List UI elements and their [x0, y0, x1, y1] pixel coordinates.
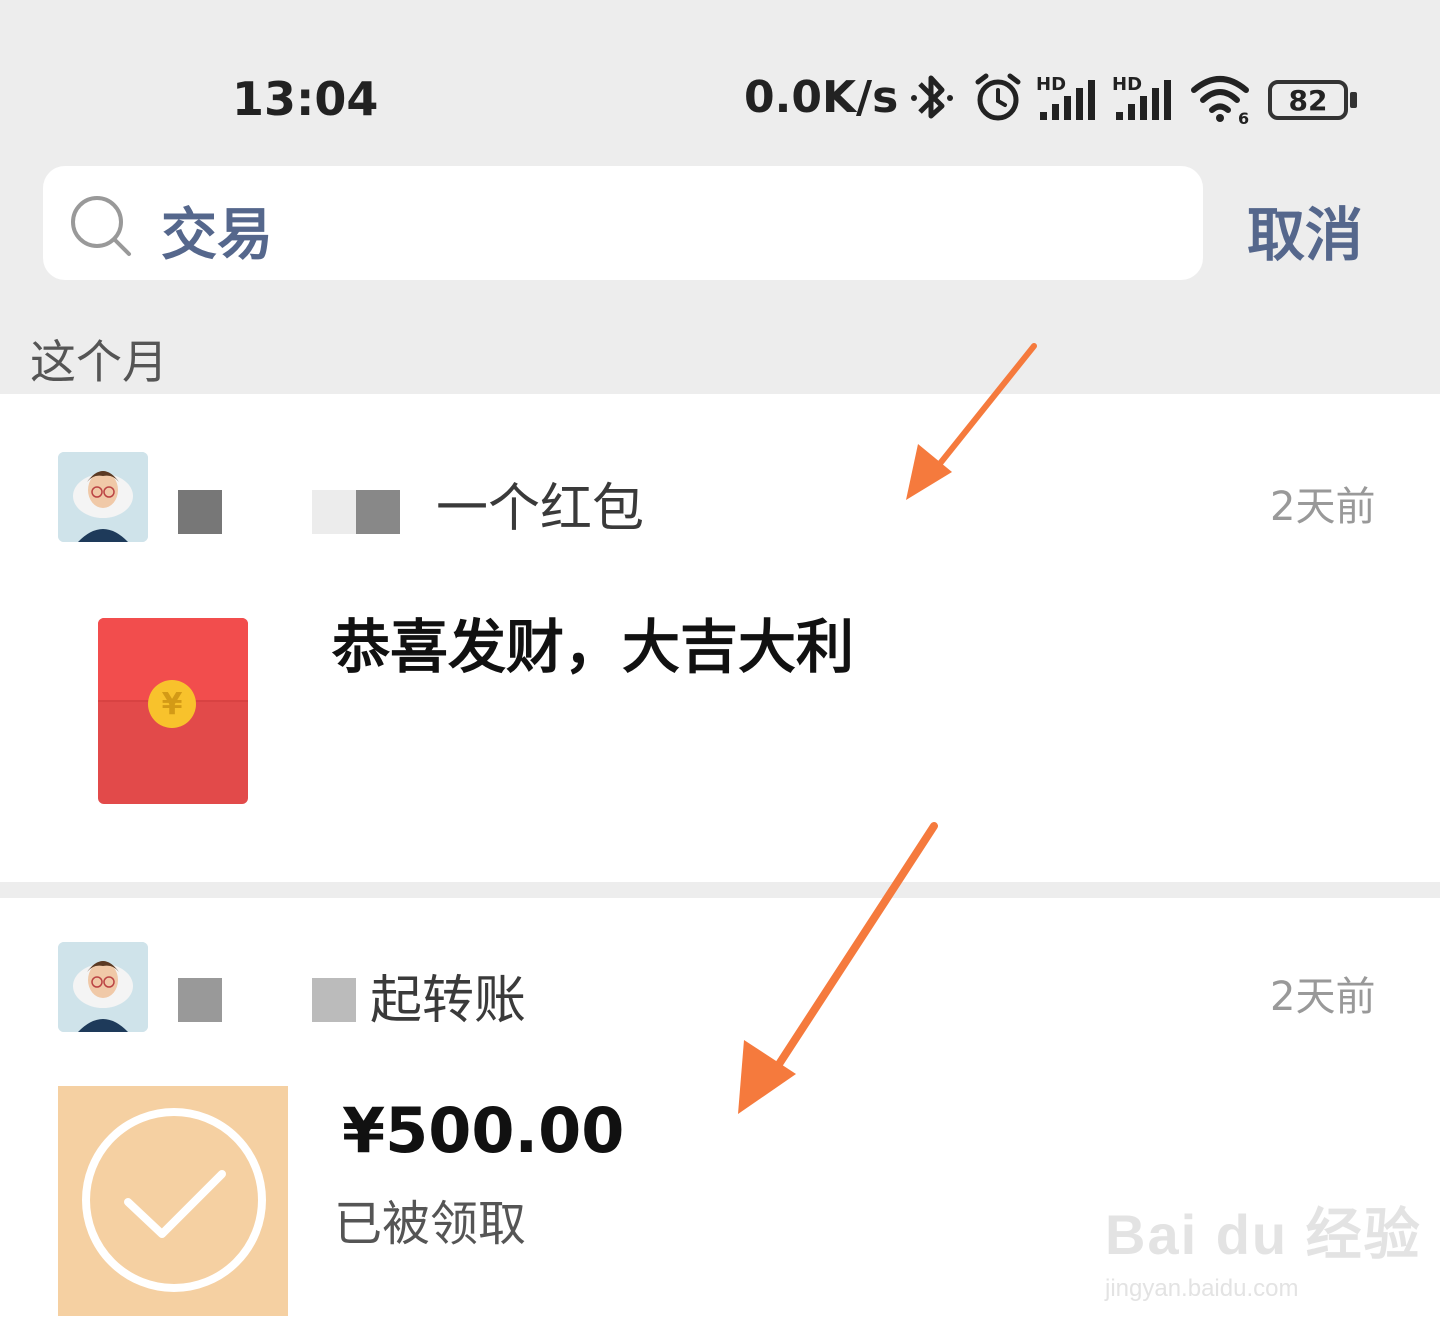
record-time: 2天前	[1270, 974, 1376, 1020]
redacted-name	[178, 490, 222, 534]
watermark-url: jingyan.baidu.com	[1105, 1275, 1299, 1302]
record-title: 起转账	[370, 971, 527, 1031]
cancel-button[interactable]: 取消	[1247, 188, 1363, 272]
wifi-label: 6	[1238, 109, 1249, 126]
search-value: 交易	[161, 203, 273, 268]
wifi-icon: 6	[1191, 76, 1249, 126]
hd-label: HD	[1112, 74, 1142, 95]
record-time: 2天前	[1270, 484, 1376, 530]
record-card-red-packet[interactable]: 一个红包 2天前 ¥ 恭喜发财，大吉大利	[0, 394, 1440, 882]
red-packet-message: 恭喜发财，大吉大利	[332, 613, 855, 681]
transfer-status: 已被领取	[334, 1196, 527, 1252]
section-header: 这个月	[30, 335, 168, 389]
transfer-received-icon	[58, 1086, 288, 1316]
watermark-brand: Bai du 经验	[1105, 1203, 1422, 1266]
search-input[interactable]: 交易	[43, 166, 1203, 280]
bluetooth-icon	[911, 75, 953, 119]
alarm-icon	[975, 73, 1021, 121]
red-packet-icon: ¥	[98, 618, 248, 804]
watermark: Bai du 经验 jingyan.baidu.com	[1105, 1190, 1422, 1303]
redacted-name	[178, 978, 222, 1022]
red-packet-coin: ¥	[148, 680, 196, 728]
search-icon	[71, 196, 131, 256]
redacted-name	[356, 490, 400, 534]
status-bar: 13:04 0.0K/s HD HD 6 82	[0, 0, 1440, 150]
hd-label: HD	[1036, 74, 1066, 95]
avatar	[58, 942, 148, 1032]
battery-icon: 82	[1268, 80, 1348, 120]
redacted-name	[312, 978, 356, 1022]
transfer-amount: ¥500.00	[342, 1094, 625, 1167]
hd-signal-icon: HD	[1036, 74, 1095, 120]
redacted-name	[312, 490, 356, 534]
network-speed: 0.0K/s	[744, 72, 899, 123]
hd-signal-icon: HD	[1112, 74, 1171, 120]
status-time: 13:04	[232, 72, 379, 126]
record-title: 一个红包	[436, 479, 645, 539]
battery-tip	[1350, 92, 1357, 108]
avatar	[58, 452, 148, 542]
